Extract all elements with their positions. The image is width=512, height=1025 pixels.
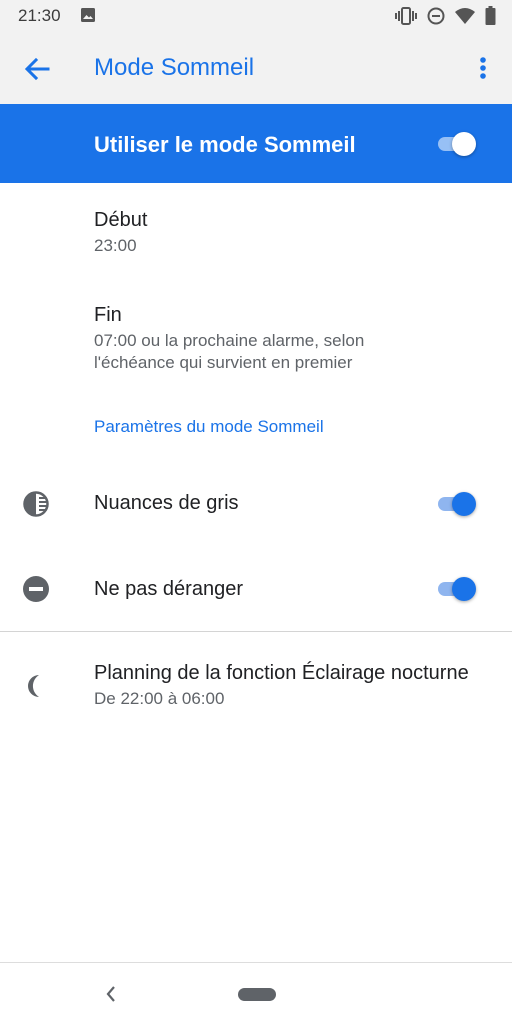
do-not-disturb-row[interactable]: Ne pas déranger <box>0 548 512 630</box>
night-light-subtitle: De 22:00 à 06:00 <box>94 689 225 708</box>
master-toggle[interactable] <box>434 129 478 159</box>
master-switch-bar[interactable]: Utiliser le mode Sommeil <box>0 104 512 183</box>
master-switch-label: Utiliser le mode Sommeil <box>94 132 356 157</box>
wifi-icon <box>455 7 475 29</box>
nav-back-button[interactable] <box>102 983 120 1005</box>
dnd-icon <box>427 7 445 30</box>
status-bar: 21:30 <box>0 0 512 32</box>
status-time: 21:30 <box>18 6 61 25</box>
start-time-item[interactable]: Début 23:00 <box>0 184 512 276</box>
toggle-thumb <box>452 132 476 156</box>
night-light-title: Planning de la fonction Éclairage noctur… <box>94 662 469 684</box>
back-button[interactable] <box>22 54 52 84</box>
more-vert-icon <box>480 57 486 79</box>
toggle-thumb <box>452 577 476 601</box>
toggle-thumb <box>452 492 476 516</box>
end-time-item[interactable]: Fin 07:00 ou la prochaine alarme, selon … <box>0 280 512 390</box>
vibrate-icon <box>395 6 417 30</box>
end-time-value-line1: 07:00 ou la prochaine alarme, selon <box>94 331 365 350</box>
grayscale-row[interactable]: Nuances de gris <box>0 464 512 544</box>
do-not-disturb-toggle[interactable] <box>434 574 478 604</box>
start-time-value: 23:00 <box>94 236 137 255</box>
grayscale-icon <box>22 490 50 518</box>
end-time-value-line2: l'échéance qui survient en premier <box>94 353 353 372</box>
image-icon <box>80 7 96 28</box>
more-options-button[interactable] <box>474 54 492 84</box>
app-bar: Mode Sommeil <box>0 32 512 104</box>
arrow-back-icon <box>24 57 50 81</box>
start-time-title: Début <box>94 209 148 231</box>
chevron-left-icon <box>106 986 115 1002</box>
do-not-disturb-icon <box>22 575 50 603</box>
page-title: Mode Sommeil <box>94 54 255 81</box>
nav-home-button[interactable] <box>238 988 276 1001</box>
moon-icon <box>22 672 50 700</box>
night-light-schedule-item[interactable]: Planning de la fonction Éclairage noctur… <box>0 632 512 728</box>
battery-icon <box>485 6 496 30</box>
status-icons <box>395 6 496 30</box>
grayscale-toggle[interactable] <box>434 489 478 519</box>
do-not-disturb-label: Ne pas déranger <box>94 578 243 600</box>
navigation-bar <box>0 962 512 1025</box>
end-time-title: Fin <box>94 304 122 326</box>
settings-category-title: Paramètres du mode Sommeil <box>94 417 324 436</box>
grayscale-label: Nuances de gris <box>94 492 239 514</box>
